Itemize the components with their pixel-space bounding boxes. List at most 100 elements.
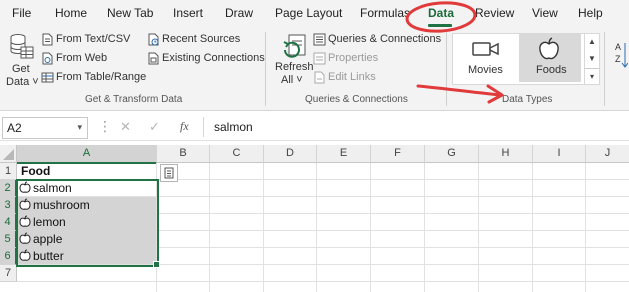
gridline xyxy=(316,163,317,292)
insert-data-button[interactable] xyxy=(160,164,178,182)
row-header-1[interactable]: 1 xyxy=(0,163,17,180)
column-header-i[interactable]: I xyxy=(533,145,586,163)
menu-formulas[interactable]: Formulas xyxy=(360,6,410,20)
menu-insert[interactable]: Insert xyxy=(173,6,203,20)
edit-links-button[interactable]: Edit Links xyxy=(328,71,376,83)
menu-page-layout[interactable]: Page Layout xyxy=(275,6,342,20)
column-header-f[interactable]: F xyxy=(371,145,425,163)
cell-a6[interactable]: butter xyxy=(33,249,64,263)
menu-view[interactable]: View xyxy=(532,6,558,20)
name-box-value: A2 xyxy=(7,121,22,135)
gridline xyxy=(424,163,425,292)
name-box-dropdown-icon[interactable]: ▾ xyxy=(77,122,82,133)
web-page-icon xyxy=(41,52,54,68)
get-data-dropdown[interactable]: Data ˅ xyxy=(6,76,39,88)
from-table-range-button[interactable]: From Table/Range xyxy=(56,71,146,83)
gridline xyxy=(370,163,371,292)
formula-bar-menu-icon[interactable]: ⋮ xyxy=(98,118,112,135)
gallery-up-icon[interactable]: ▲ xyxy=(585,34,599,50)
column-header-b[interactable]: B xyxy=(157,145,210,163)
menu-draw[interactable]: Draw xyxy=(225,6,253,20)
get-data-label[interactable]: Get xyxy=(12,63,30,75)
gridline xyxy=(209,163,210,292)
database-icon xyxy=(9,33,35,61)
column-header-j[interactable]: J xyxy=(586,145,629,163)
column-header-c[interactable]: C xyxy=(210,145,264,163)
apple-icon xyxy=(538,37,560,64)
column-header-h[interactable]: H xyxy=(479,145,533,163)
menu-review[interactable]: Review xyxy=(475,6,514,20)
formula-value: salmon xyxy=(214,120,253,134)
menu-new-tab[interactable]: New Tab xyxy=(107,6,153,20)
enter-entry-icon[interactable]: ✓ xyxy=(149,119,160,135)
movie-camera-icon xyxy=(472,40,500,61)
cell-a3[interactable]: mushroom xyxy=(33,198,90,212)
table-icon xyxy=(41,71,54,87)
foods-data-type-label[interactable]: Foods xyxy=(536,64,567,76)
properties-button[interactable]: Properties xyxy=(328,52,378,64)
gallery-more-icon[interactable]: ▾ xyxy=(585,68,599,85)
formula-input[interactable]: salmon xyxy=(203,117,628,137)
menu-file[interactable]: File xyxy=(12,6,31,20)
menu-data[interactable]: Data xyxy=(428,6,454,20)
group-divider xyxy=(265,32,266,106)
food-type-icon[interactable] xyxy=(19,249,31,265)
row-header-7[interactable]: 7 xyxy=(0,265,17,282)
gridline xyxy=(478,163,479,292)
group-divider xyxy=(446,32,447,106)
menu-help[interactable]: Help xyxy=(578,6,603,20)
insert-function-icon[interactable]: fx xyxy=(180,119,189,134)
gridline xyxy=(263,163,264,292)
cell-a2[interactable]: salmon xyxy=(33,181,72,195)
select-all-corner[interactable] xyxy=(0,145,17,163)
column-header-g[interactable]: G xyxy=(425,145,479,163)
row-header-2[interactable]: 2 xyxy=(0,180,17,197)
recent-sources-button[interactable]: Recent Sources xyxy=(162,33,240,45)
gridline xyxy=(585,163,586,292)
from-text-csv-button[interactable]: From Text/CSV xyxy=(56,33,130,45)
fill-handle[interactable] xyxy=(153,261,160,268)
recent-sources-icon xyxy=(147,33,160,49)
text-file-icon xyxy=(41,33,54,49)
refresh-all-dropdown[interactable]: All ˅ xyxy=(281,74,303,86)
existing-connections-button[interactable]: Existing Connections xyxy=(162,52,265,64)
gallery-down-icon[interactable]: ▼ xyxy=(585,51,599,67)
insert-data-icon xyxy=(164,167,174,179)
refresh-all-label[interactable]: Refresh xyxy=(275,61,314,73)
cell-a1[interactable]: Food xyxy=(21,164,50,178)
name-box[interactable]: A2 ▾ xyxy=(2,117,88,139)
row-header-3[interactable]: 3 xyxy=(0,197,17,214)
movies-data-type-button[interactable]: Movies xyxy=(468,64,503,76)
sort-az-icon: AZ xyxy=(614,40,629,73)
food-type-icon[interactable] xyxy=(19,198,31,214)
cell-a5[interactable]: apple xyxy=(33,232,62,246)
row-header-6[interactable]: 6 xyxy=(0,248,17,265)
food-type-icon[interactable] xyxy=(19,215,31,231)
column-header-e[interactable]: E xyxy=(317,145,371,163)
row-header-4[interactable]: 4 xyxy=(0,214,17,231)
row-header-5[interactable]: 5 xyxy=(0,231,17,248)
column-header-a[interactable]: A xyxy=(17,145,157,164)
svg-text:Z: Z xyxy=(615,54,621,64)
refresh-icon xyxy=(281,33,307,64)
from-web-button[interactable]: From Web xyxy=(56,52,107,64)
queries-group-label: Queries & Connections xyxy=(305,94,408,105)
edit-links-icon xyxy=(313,71,326,87)
data-types-group-label: Data Types xyxy=(502,94,553,105)
queries-connections-icon xyxy=(313,33,326,49)
food-type-icon[interactable] xyxy=(19,181,31,197)
gridline xyxy=(532,163,533,292)
group-divider xyxy=(604,32,605,106)
get-transform-group-label: Get & Transform Data xyxy=(85,94,183,105)
svg-text:A: A xyxy=(615,42,621,52)
food-type-icon[interactable] xyxy=(19,232,31,248)
queries-connections-button[interactable]: Queries & Connections xyxy=(328,33,441,45)
menu-home[interactable]: Home xyxy=(55,6,87,20)
gallery-scrollbar[interactable]: ▲ ▼ ▾ xyxy=(584,33,600,85)
gridline xyxy=(17,281,629,282)
column-header-d[interactable]: D xyxy=(264,145,317,163)
cell-a4[interactable]: lemon xyxy=(33,215,66,229)
cancel-entry-icon[interactable]: ✕ xyxy=(120,119,131,135)
active-tab-indicator xyxy=(428,24,452,27)
properties-icon xyxy=(313,52,326,68)
